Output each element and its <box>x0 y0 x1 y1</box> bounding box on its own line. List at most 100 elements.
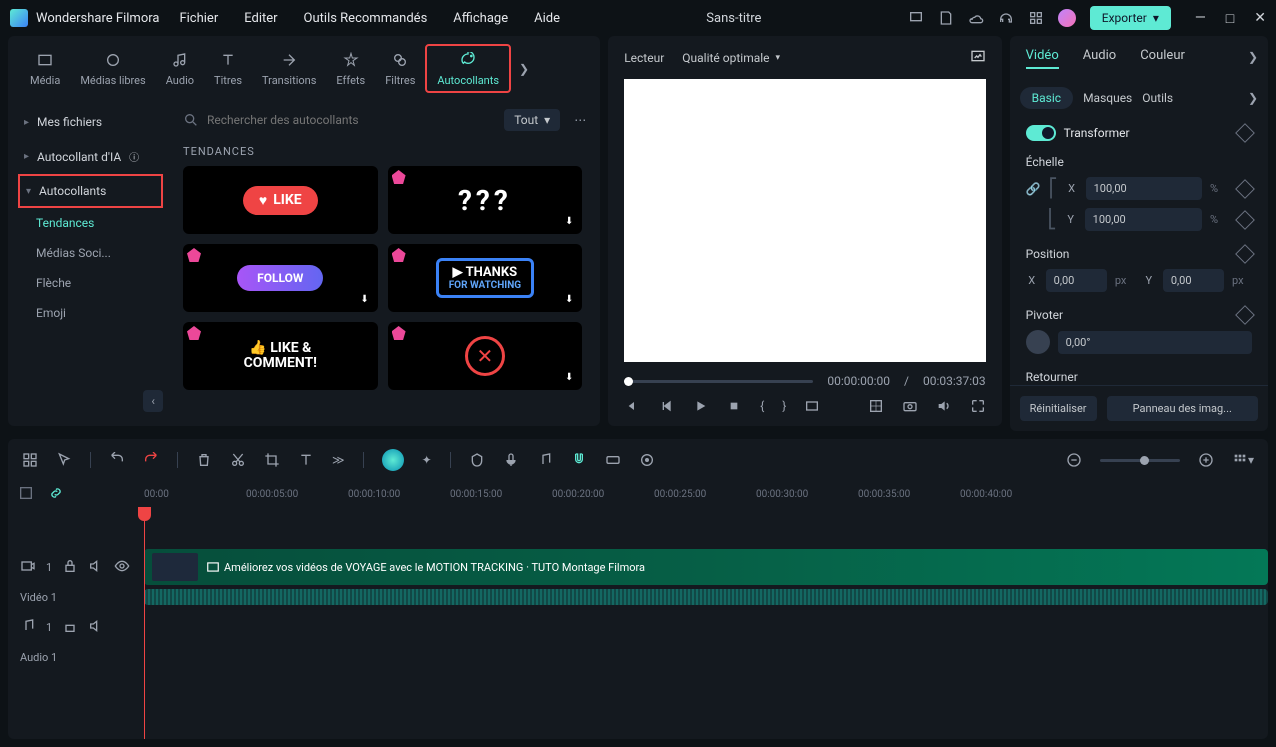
sticker-xcircle[interactable]: ✕⬇ <box>388 322 583 390</box>
crop-icon[interactable] <box>264 452 280 468</box>
undo-icon[interactable] <box>109 452 125 468</box>
download-icon[interactable]: ⬇ <box>560 290 578 308</box>
quality-dropdown[interactable]: Qualité optimale▾ <box>682 51 780 65</box>
position-x-input[interactable] <box>1046 269 1107 292</box>
menu-help[interactable]: Aide <box>534 11 560 26</box>
sidebar-item-myfiles[interactable]: ▸Mes fichiers <box>8 105 173 139</box>
tab-stock[interactable]: Médias libres <box>70 46 155 91</box>
sticker-follow[interactable]: FOLLOW⬇ <box>183 244 378 312</box>
visibility-icon[interactable] <box>114 558 130 577</box>
tab-stickers[interactable]: Autocollants <box>425 44 511 93</box>
keyframe-icon[interactable] <box>1235 179 1255 199</box>
bracket-open-icon[interactable]: { <box>760 399 764 413</box>
image-panel-button[interactable]: Panneau des imag... <box>1107 396 1258 421</box>
download-icon[interactable]: ⬇ <box>560 212 578 230</box>
sidebar-sub-arrow[interactable]: Flèche <box>8 268 173 298</box>
sub-arrow-icon[interactable]: ❯ <box>1248 91 1258 105</box>
menu-tools[interactable]: Outils Recommandés <box>304 11 428 26</box>
reset-button[interactable]: Réinitialiser <box>1020 396 1097 421</box>
tab-audio[interactable]: Audio <box>156 46 204 91</box>
volume-icon[interactable] <box>936 398 952 414</box>
keyframe-icon[interactable] <box>1235 305 1255 325</box>
user-avatar[interactable] <box>1058 9 1076 27</box>
mute-icon[interactable] <box>88 618 104 637</box>
toolbar-more-icon[interactable]: ≫ <box>332 453 345 467</box>
sub-tab-basic[interactable]: Basic <box>1020 87 1073 109</box>
sticker-likecomment[interactable]: 👍 LIKE &COMMENT! <box>183 322 378 390</box>
preview-canvas[interactable] <box>624 79 985 362</box>
inspector-tab-audio[interactable]: Audio <box>1083 48 1116 69</box>
close-button[interactable]: ✕ <box>1254 10 1266 27</box>
delete-icon[interactable] <box>196 452 212 468</box>
cut-icon[interactable] <box>230 452 246 468</box>
track-link-icon[interactable] <box>48 485 64 504</box>
prev-frame-icon[interactable] <box>624 398 640 414</box>
video-clip[interactable]: Améliorez vos vidéos de VOYAGE avec le M… <box>144 549 1268 585</box>
zoom-out-icon[interactable] <box>1066 452 1082 468</box>
sticker-thanks[interactable]: ▶ THANKSFOR WATCHING⬇ <box>388 244 583 312</box>
tabs-more-icon[interactable]: ❯ <box>511 62 537 76</box>
inspector-tab-color[interactable]: Couleur <box>1140 48 1185 69</box>
layout-icon[interactable] <box>22 452 38 468</box>
download-icon[interactable]: ⬇ <box>356 290 374 308</box>
tab-transitions[interactable]: Transitions <box>252 46 326 91</box>
audio-waveform[interactable] <box>144 589 1268 605</box>
apps-icon[interactable] <box>1028 10 1044 26</box>
search-input[interactable] <box>207 113 494 127</box>
maximize-button[interactable]: □ <box>1226 10 1234 27</box>
save-icon[interactable] <box>938 10 954 26</box>
sidebar-item-stickers[interactable]: ▾Autocollants <box>18 174 163 208</box>
sidebar-sub-emoji[interactable]: Emoji <box>8 298 173 328</box>
tab-media[interactable]: Média <box>20 46 70 91</box>
playhead[interactable] <box>144 507 145 739</box>
cloud-icon[interactable] <box>968 10 984 26</box>
position-y-input[interactable] <box>1163 269 1224 292</box>
filter-dropdown[interactable]: Tout▾ <box>504 109 560 131</box>
download-icon[interactable]: ⬇ <box>560 368 578 386</box>
link-icon[interactable]: 🔗 <box>1026 182 1041 196</box>
redo-icon[interactable] <box>143 452 159 468</box>
magnet-icon[interactable] <box>571 452 587 468</box>
enhance-icon[interactable]: ✦ <box>422 453 432 467</box>
tab-filters[interactable]: Filtres <box>375 46 425 91</box>
track-collapse-icon[interactable] <box>18 485 34 504</box>
sticker-like[interactable]: ♥ LIKE <box>183 166 378 234</box>
fullscreen-icon[interactable] <box>970 398 986 414</box>
zoom-in-icon[interactable] <box>1198 452 1214 468</box>
mute-icon[interactable] <box>88 558 104 577</box>
sidebar-sub-trends[interactable]: Tendances <box>8 208 173 238</box>
marker-icon[interactable] <box>469 452 485 468</box>
inspector-more-icon[interactable]: ❯ <box>1248 50 1258 64</box>
music-icon[interactable] <box>537 452 553 468</box>
tab-effects[interactable]: Effets <box>326 46 375 91</box>
headphones-icon[interactable] <box>998 10 1014 26</box>
skip-back-icon[interactable] <box>658 398 674 414</box>
sticker-question[interactable]: ???⬇ <box>388 166 583 234</box>
keyframe-icon[interactable] <box>1235 244 1255 264</box>
link-track-icon[interactable] <box>605 452 621 468</box>
device-icon[interactable] <box>908 10 924 26</box>
sidebar-collapse-icon[interactable]: ‹ <box>143 390 163 412</box>
grid-icon[interactable] <box>868 398 884 414</box>
export-button[interactable]: Exporter▾ <box>1090 6 1171 30</box>
record-icon[interactable] <box>639 452 655 468</box>
transform-toggle[interactable] <box>1026 125 1056 141</box>
timeline-ruler[interactable]: 00:00 00:00:05:00 00:00:10:00 00:00:15:0… <box>8 481 1268 507</box>
snapshot-icon[interactable] <box>970 48 986 67</box>
more-options-icon[interactable]: ⋯ <box>570 113 590 127</box>
text-icon[interactable] <box>298 452 314 468</box>
menu-file[interactable]: Fichier <box>179 11 218 26</box>
bracket-close-icon[interactable]: } <box>782 399 786 413</box>
lock-icon[interactable] <box>62 618 78 637</box>
scrub-slider[interactable] <box>624 380 813 383</box>
track-options-icon[interactable]: ▾ <box>1232 452 1254 468</box>
minimize-button[interactable]: — <box>1195 10 1206 27</box>
zoom-slider[interactable] <box>1100 459 1180 462</box>
scale-y-input[interactable] <box>1085 208 1202 231</box>
preview-tab-player[interactable]: Lecteur <box>624 51 664 65</box>
voice-icon[interactable] <box>503 452 519 468</box>
lock-icon[interactable] <box>62 558 78 577</box>
rotate-dial[interactable] <box>1026 330 1050 354</box>
menu-edit[interactable]: Editer <box>244 11 277 26</box>
keyframe-icon[interactable] <box>1235 210 1255 230</box>
